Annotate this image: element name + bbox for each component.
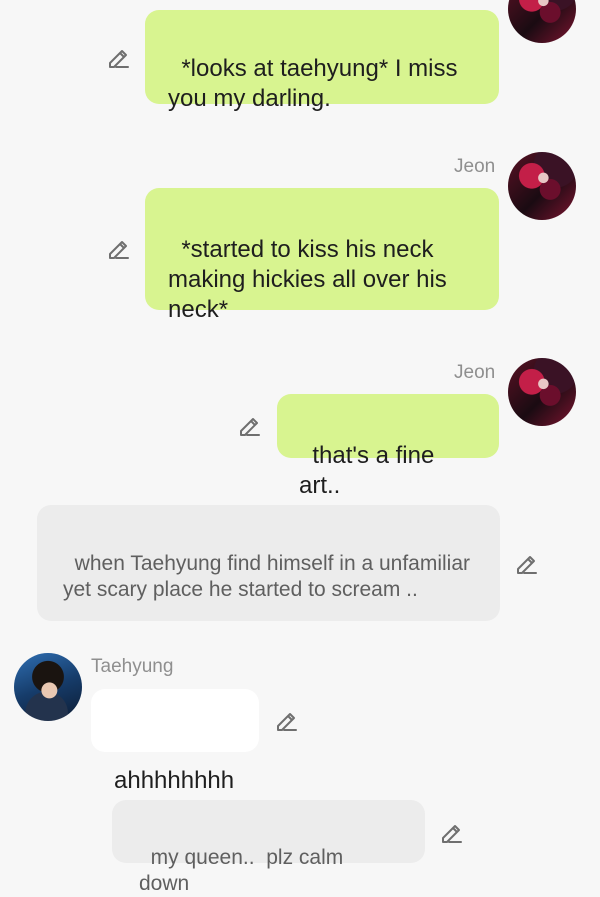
edit-pencil-icon[interactable]	[513, 550, 539, 576]
jeon-avatar[interactable]	[508, 0, 576, 43]
sender-name: Taehyung	[91, 656, 174, 677]
taehyung-avatar[interactable]	[14, 653, 82, 721]
sender-name: Jeon	[454, 156, 496, 177]
edit-pencil-icon[interactable]	[273, 707, 299, 733]
message-text: *looks at taehyung* I miss you my darlin…	[168, 55, 465, 112]
message-text: when Taehyung find himself in a unfamili…	[63, 552, 476, 601]
message-bubble[interactable]: *looks at taehyung* I miss you my darlin…	[145, 10, 499, 112]
edit-pencil-icon[interactable]	[236, 412, 262, 438]
sender-name: Jeon	[454, 362, 496, 383]
message-text: *started to kiss his neck making hickies…	[168, 236, 454, 323]
jeon-avatar[interactable]	[508, 358, 576, 426]
edit-pencil-icon[interactable]	[105, 44, 131, 70]
message-bubble[interactable]: *started to kiss his neck making hickies…	[145, 188, 499, 323]
edit-pencil-icon[interactable]	[438, 819, 464, 845]
narration-bubble[interactable]: my queen.. plz calm down	[112, 800, 425, 895]
message-bubble[interactable]: ahhhhhhhh	[91, 689, 259, 794]
message-text: ahhhhhhhh	[114, 767, 235, 794]
message-bubble[interactable]: that's a fine art..	[277, 394, 499, 499]
edit-pencil-icon[interactable]	[105, 235, 131, 261]
jeon-avatar[interactable]	[508, 152, 576, 220]
message-text: that's a fine art..	[299, 442, 442, 499]
narration-bubble[interactable]: when Taehyung find himself in a unfamili…	[37, 505, 500, 621]
message-text: my queen.. plz calm down	[139, 846, 350, 895]
